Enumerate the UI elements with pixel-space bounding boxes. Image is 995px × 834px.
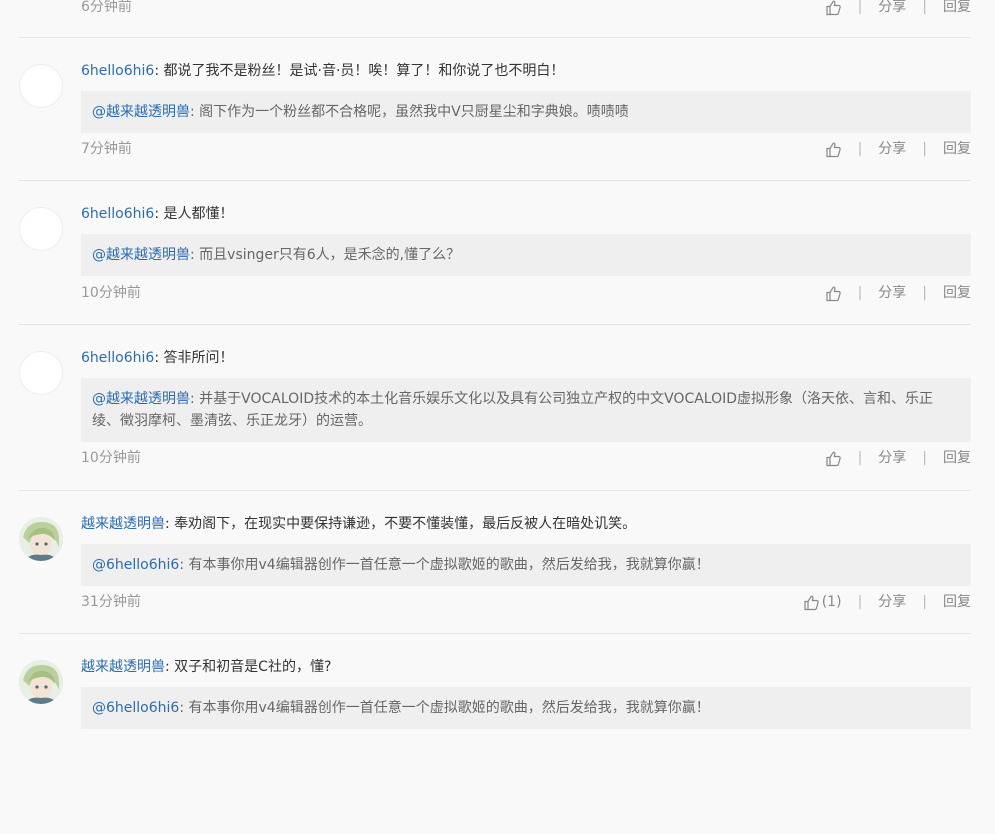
reply-button[interactable]: 回复 [943, 140, 971, 158]
avatar-image [19, 517, 63, 561]
comment-line: 6hello6hi6: 都说了我不是粉丝！是试·音·员！唉！算了！和你说了也不明… [81, 63, 565, 79]
separator: | [922, 285, 927, 301]
separator: | [857, 285, 863, 301]
comment-username[interactable]: 越来越透明兽 [81, 659, 165, 675]
comment-text: 是人都懂！ [163, 206, 234, 222]
avatar-image [19, 660, 63, 704]
like-button[interactable] [825, 450, 842, 467]
avatar[interactable] [19, 660, 63, 704]
separator: | [857, 141, 863, 157]
quoted-text: 有本事你用v4编辑器创作一首任意一个虚拟歌姬的歌曲，然后发给我，我就算你赢！ [188, 557, 710, 573]
comment-actions: | 分享 | 回复 [825, 284, 971, 302]
share-button[interactable]: 分享 [878, 140, 906, 158]
comment-item: 6分钟前 | 分享 | 回复 [19, 0, 971, 38]
comment-text: 答非所问！ [163, 350, 234, 366]
comment-username[interactable]: 越来越透明兽 [81, 516, 165, 532]
comment-actions: (1) | 分享 | 回复 [803, 593, 971, 611]
thumbs-up-icon [825, 142, 841, 157]
quoted-reply: @6hello6hi6: 有本事你用v4编辑器创作一首任意一个虚拟歌姬的歌曲，然… [81, 687, 971, 729]
comment-text: 都说了我不是粉丝！是试·音·员！唉！算了！和你说了也不明白！ [163, 63, 565, 79]
separator: | [922, 141, 927, 157]
separator: | [922, 450, 927, 466]
comment-actions: | 分享 | 回复 [825, 449, 971, 467]
separator: | [857, 450, 863, 466]
comment-item: 6hello6hi6: 都说了我不是粉丝！是试·音·员！唉！算了！和你说了也不明… [19, 38, 971, 181]
comment-time: 31分钟前 [81, 594, 141, 610]
like-button[interactable]: (1) [803, 593, 842, 611]
comment-item: 越来越透明兽: 双子和初音是C社的，懂? @6hello6hi6: 有本事你用v… [19, 634, 971, 834]
share-button[interactable]: 分享 [878, 593, 906, 611]
comment-username[interactable]: 6hello6hi6 [81, 350, 154, 366]
quoted-text: 阁下作为一个粉丝都不合格呢，虽然我中V只厨星尘和字典娘。啧啧啧 [199, 104, 629, 120]
reply-button[interactable]: 回复 [943, 284, 971, 302]
reply-button[interactable]: 回复 [943, 449, 971, 467]
separator: | [922, 0, 927, 15]
thumbs-up-icon [825, 451, 841, 466]
comment-item: 6hello6hi6: 答非所问！ @越来越透明兽: 并基于VOCALOID技术… [19, 325, 971, 491]
comment-time: 10分钟前 [81, 285, 141, 301]
quoted-reply: @越来越透明兽: 而且vsinger只有6人，是禾念的,懂了么？ [81, 234, 971, 276]
separator: | [857, 594, 863, 610]
comment-line: 越来越透明兽: 双子和初音是C社的，懂? [81, 659, 332, 675]
comment-item: 越来越透明兽: 奉劝阁下，在现实中要保持谦逊，不要不懂装懂，最后反被人在暗处讥笑… [19, 491, 971, 634]
comment-username[interactable]: 6hello6hi6 [81, 206, 154, 222]
like-button[interactable] [825, 0, 842, 16]
avatar[interactable] [19, 517, 63, 561]
reply-button[interactable]: 回复 [943, 0, 971, 16]
avatar[interactable] [19, 351, 63, 395]
thumbs-up-icon [825, 286, 841, 301]
quoted-text: 而且vsinger只有6人，是禾念的,懂了么？ [199, 247, 461, 263]
share-button[interactable]: 分享 [878, 284, 906, 302]
comment-time: 7分钟前 [81, 141, 132, 157]
comment-item: 6hello6hi6: 是人都懂！ @越来越透明兽: 而且vsinger只有6人… [19, 181, 971, 325]
like-button[interactable] [825, 141, 842, 158]
comment-time: 10分钟前 [81, 450, 141, 466]
quoted-username[interactable]: @越来越透明兽 [92, 391, 190, 407]
comment-username[interactable]: 6hello6hi6 [81, 63, 154, 79]
comment-actions: | 分享 | 回复 [825, 0, 971, 16]
comment-text: 双子和初音是C社的，懂? [174, 659, 332, 675]
quoted-username[interactable]: @6hello6hi6 [92, 557, 179, 573]
quoted-reply: @越来越透明兽: 阁下作为一个粉丝都不合格呢，虽然我中V只厨星尘和字典娘。啧啧啧 [81, 91, 971, 133]
like-count: (1) [821, 594, 842, 610]
comment-line: 越来越透明兽: 奉劝阁下，在现实中要保持谦逊，不要不懂装懂，最后反被人在暗处讥笑… [81, 516, 637, 532]
comment-feed: 6分钟前 | 分享 | 回复 6hello6hi6: 都说了我不是粉丝！是试·音… [0, 0, 995, 834]
separator: | [857, 0, 863, 15]
avatar[interactable] [19, 207, 63, 251]
separator: | [922, 594, 927, 610]
quoted-username[interactable]: @越来越透明兽 [92, 104, 190, 120]
comment-line: 6hello6hi6: 答非所问！ [81, 350, 234, 366]
quoted-username[interactable]: @越来越透明兽 [92, 247, 190, 263]
thumbs-up-icon [825, 0, 841, 15]
comment-text: 奉劝阁下，在现实中要保持谦逊，不要不懂装懂，最后反被人在暗处讥笑。 [174, 516, 637, 532]
reply-button[interactable]: 回复 [943, 593, 971, 611]
thumbs-up-icon [804, 595, 819, 610]
comment-time: 6分钟前 [81, 0, 132, 15]
share-button[interactable]: 分享 [878, 0, 906, 16]
like-button[interactable] [825, 285, 842, 302]
quoted-text: 并基于VOCALOID技术的本土化音乐娱乐文化以及具有公司独立产权的中文VOCA… [92, 391, 934, 429]
share-button[interactable]: 分享 [878, 449, 906, 467]
quoted-reply: @越来越透明兽: 并基于VOCALOID技术的本土化音乐娱乐文化以及具有公司独立… [81, 378, 971, 442]
comment-actions: | 分享 | 回复 [825, 140, 971, 158]
quoted-reply: @6hello6hi6: 有本事你用v4编辑器创作一首任意一个虚拟歌姬的歌曲，然… [81, 544, 971, 586]
avatar[interactable] [19, 64, 63, 108]
comment-line: 6hello6hi6: 是人都懂！ [81, 206, 234, 222]
